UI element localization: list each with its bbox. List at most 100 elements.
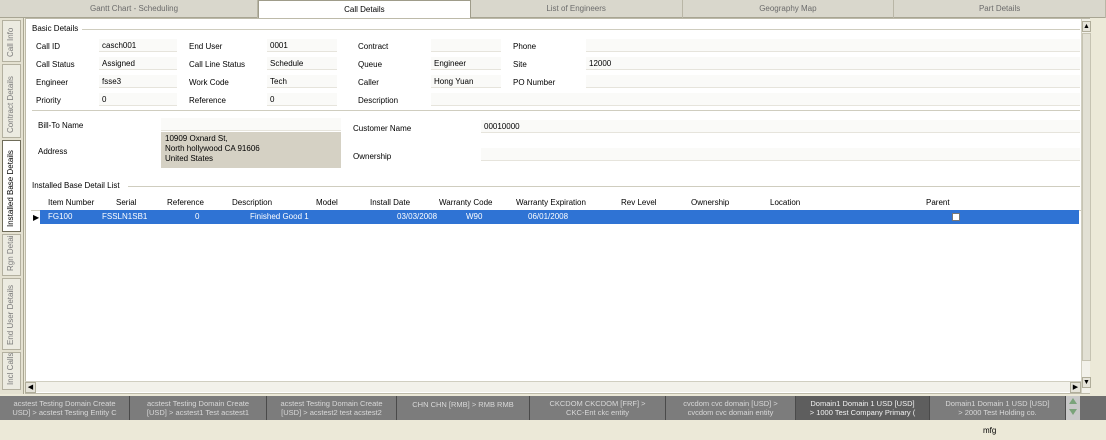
tab-call-details[interactable]: Call Details [258, 0, 471, 18]
cell-warranty-code: W90 [466, 212, 483, 221]
side-tab-installed-base-details[interactable]: Installed Base Details [2, 140, 21, 232]
basic-details-title: Basic Details [32, 24, 83, 33]
address-field[interactable]: 10909 Oxnard St, North hollywood CA 9160… [161, 132, 341, 168]
tab-part-details[interactable]: Part Details [894, 0, 1106, 18]
queue-label: Queue [358, 60, 383, 69]
domain-tab[interactable]: acstest Testing Domain Create [USD] > acs… [130, 396, 267, 420]
call-status-field[interactable]: Assigned [99, 57, 177, 70]
domain-tab-line2: cvcdom cvc domain entity [687, 408, 774, 417]
domain-tab[interactable]: cvcdom cvc domain [USD] > cvcdom cvc doma… [666, 396, 796, 420]
side-tab-end-user-details[interactable]: End User Details [2, 278, 21, 350]
tab-list-of-engineers[interactable]: List of Engineers [471, 0, 683, 18]
scroll-left-icon[interactable]: ◀ [25, 382, 36, 393]
domain-scroll[interactable] [1066, 396, 1080, 420]
site-field[interactable]: 12000 [586, 57, 1080, 70]
column-header-ownership[interactable]: Ownership [691, 198, 729, 207]
domain-tab[interactable]: Domain1 Domain 1 USD [USD] > 1000 Test Co… [796, 396, 930, 420]
domain-tab[interactable]: CKCDOM CKCDOM [FRF] > CKC-Ent ckc entity [530, 396, 666, 420]
end-user-label: End User [189, 42, 223, 51]
scroll-right-icon[interactable]: ▶ [1070, 382, 1081, 393]
reference-field[interactable]: 0 [267, 93, 337, 106]
bill-to-name-field[interactable] [161, 118, 341, 131]
queue-field[interactable]: Engineer [431, 57, 501, 70]
domain-tab-line2: > 1000 Test Company Primary ( [809, 408, 916, 417]
side-tab-rgn-details[interactable]: Rgn Details [2, 234, 21, 276]
domain-tab-bar: acstest Testing Domain Create USD] > acst… [0, 396, 1106, 420]
column-header-warranty-expiration[interactable]: Warranty Expiration [516, 198, 586, 207]
call-id-field[interactable]: casch001 [99, 39, 177, 52]
cell-description: Finished Good 1 [250, 212, 309, 221]
column-header-model[interactable]: Model [316, 198, 338, 207]
contract-value [431, 39, 434, 52]
priority-value: 0 [102, 95, 107, 104]
column-header-reference[interactable]: Reference [167, 198, 204, 207]
description-field[interactable] [431, 93, 1080, 106]
side-tab-incl-calls[interactable]: Incl Calls [2, 352, 21, 390]
domain-tab-line2: USD] > acstest Testing Entity C [12, 408, 117, 417]
engineer-field[interactable]: fsse3 [99, 75, 177, 88]
scrollbar-thumb[interactable] [1082, 33, 1091, 361]
side-tab-label: Contract Details [6, 76, 15, 133]
ownership-field[interactable] [481, 148, 1080, 161]
cell-serial: FSSLN1SB1 [102, 212, 148, 221]
column-header-warranty-code[interactable]: Warranty Code [439, 198, 493, 207]
scroll-up-icon[interactable]: ▲ [1082, 21, 1091, 32]
description-value [431, 93, 434, 106]
domain-tab-line2: [USD] > acstest2 test acstest2 [281, 408, 382, 417]
vertical-scrollbar[interactable]: ▲ ▼ [1081, 19, 1091, 393]
domain-tab[interactable]: acstest Testing Domain Create [USD] > acs… [267, 396, 397, 420]
engineer-label: Engineer [36, 78, 69, 87]
column-header-install-date[interactable]: Install Date [370, 198, 410, 207]
domain-tab-line1: CKCDOM CKCDOM [FRF] > [549, 399, 646, 408]
current-user: mfg [983, 426, 997, 435]
column-header-description[interactable]: Description [232, 198, 272, 207]
domain-tab-line1: acstest Testing Domain Create [13, 399, 116, 408]
arrow-up-icon[interactable] [1069, 398, 1077, 404]
column-header-item-number[interactable]: Item Number [48, 198, 94, 207]
contract-field[interactable] [431, 39, 501, 52]
horizontal-scrollbar[interactable]: ◀ ▶ [25, 381, 1081, 393]
bill-to-name-value [161, 118, 164, 131]
queue-value: Engineer [434, 59, 467, 68]
engineer-value: fsse3 [102, 77, 122, 86]
description-label: Description [358, 96, 399, 105]
customer-name-value: 00010000 [484, 122, 520, 131]
grid-header: Item Number Serial Reference Description… [31, 195, 1084, 211]
domain-tab-line1: cvcdom cvc domain [USD] > [683, 399, 778, 408]
column-header-parent[interactable]: Parent [926, 198, 950, 207]
domain-tab[interactable]: acstest Testing Domain Create USD] > acst… [0, 396, 130, 420]
side-tab-label: Installed Base Details [6, 150, 15, 227]
domain-tab-line2: [USD] > acstest1 Test acstest1 [146, 408, 250, 417]
arrow-down-icon[interactable] [1069, 409, 1077, 415]
group-divider [128, 186, 1080, 187]
tab-geography-map[interactable]: Geography Map [683, 0, 895, 18]
domain-tab[interactable]: Domain1 Domain 1 USD [USD] > 2000 Test Ho… [930, 396, 1066, 420]
po-number-label: PO Number [513, 78, 556, 87]
site-value: 12000 [589, 59, 612, 68]
column-header-serial[interactable]: Serial [116, 198, 136, 207]
end-user-field[interactable]: 0001 [267, 39, 337, 52]
side-tab-call-info[interactable]: Call Info [2, 20, 21, 62]
work-code-field[interactable]: Tech [267, 75, 337, 88]
po-number-field[interactable] [586, 75, 1080, 88]
reference-label: Reference [189, 96, 226, 105]
call-status-label: Call Status [36, 60, 75, 69]
side-tab-contract-details[interactable]: Contract Details [2, 64, 21, 138]
caller-field[interactable]: Hong Yuan [431, 75, 501, 88]
priority-field[interactable]: 0 [99, 93, 177, 106]
call-line-status-field[interactable]: Schedule [267, 57, 337, 70]
phone-field[interactable] [586, 39, 1080, 52]
reference-value: 0 [270, 95, 275, 104]
parent-checkbox[interactable] [952, 213, 960, 221]
address-line-1: 10909 Oxnard St, [165, 134, 228, 143]
column-header-rev-level[interactable]: Rev Level [621, 198, 657, 207]
table-row[interactable]: FG100 FSSLN1SB1 0 Finished Good 1 03/03/… [40, 210, 1079, 224]
column-header-location[interactable]: Location [770, 198, 800, 207]
domain-tab[interactable]: CHN CHN [RMB] > RMB RMB [397, 396, 530, 420]
cell-item-number: FG100 [48, 212, 73, 221]
scroll-down-icon[interactable]: ▼ [1082, 377, 1091, 388]
call-id-label: Call ID [36, 42, 61, 51]
customer-name-field[interactable]: 00010000 [481, 120, 1080, 133]
priority-label: Priority [36, 96, 61, 105]
tab-gantt-chart[interactable]: Gantt Chart - Scheduling [0, 0, 258, 18]
